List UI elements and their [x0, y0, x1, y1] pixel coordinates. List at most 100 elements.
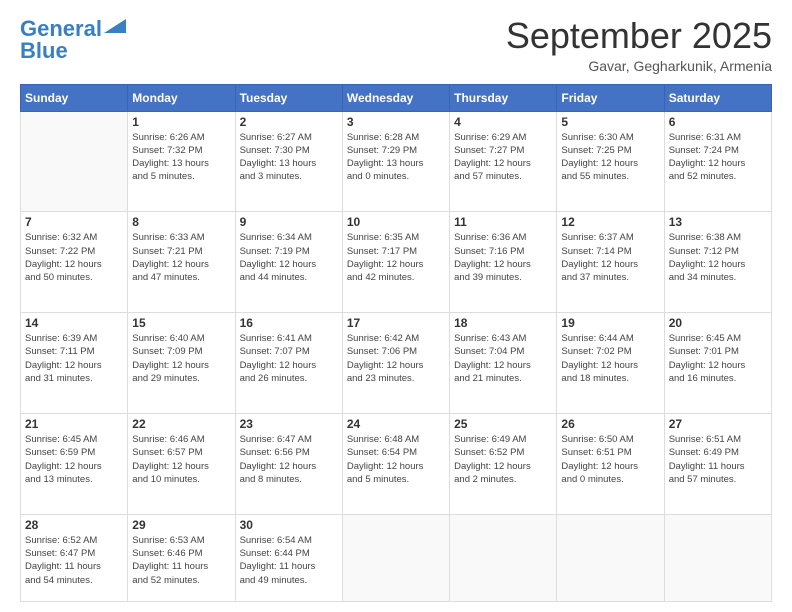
- table-row: 22 Sunrise: 6:46 AMSunset: 6:57 PMDayligh…: [128, 413, 235, 514]
- day-info: Sunrise: 6:35 AMSunset: 7:17 PMDaylight:…: [347, 231, 445, 284]
- day-number: 18: [454, 316, 552, 330]
- day-info: Sunrise: 6:49 AMSunset: 6:52 PMDaylight:…: [454, 433, 552, 486]
- day-number: 29: [132, 518, 230, 532]
- table-row: 15 Sunrise: 6:40 AMSunset: 7:09 PMDayligh…: [128, 313, 235, 414]
- day-number: 6: [669, 115, 767, 129]
- table-row: 4Sunrise: 6:29 AMSunset: 7:27 PMDaylight…: [450, 111, 557, 212]
- table-row: 17 Sunrise: 6:42 AMSunset: 7:06 PMDayligh…: [342, 313, 449, 414]
- table-row: 18 Sunrise: 6:43 AMSunset: 7:04 PMDayligh…: [450, 313, 557, 414]
- day-info: Sunrise: 6:47 AMSunset: 6:56 PMDaylight:…: [240, 433, 338, 486]
- day-info: Sunrise: 6:43 AMSunset: 7:04 PMDaylight:…: [454, 332, 552, 385]
- day-info: Sunrise: 6:45 AMSunset: 6:59 PMDaylight:…: [25, 433, 123, 486]
- table-row: 16 Sunrise: 6:41 AMSunset: 7:07 PMDayligh…: [235, 313, 342, 414]
- day-info: Sunrise: 6:42 AMSunset: 7:06 PMDaylight:…: [347, 332, 445, 385]
- table-row: 21 Sunrise: 6:45 AMSunset: 6:59 PMDayligh…: [21, 413, 128, 514]
- day-info: Sunrise: 6:28 AMSunset: 7:29 PMDaylight:…: [347, 131, 445, 184]
- day-info: Sunrise: 6:51 AMSunset: 6:49 PMDaylight:…: [669, 433, 767, 486]
- col-friday: Friday: [557, 84, 664, 111]
- day-number: 13: [669, 215, 767, 229]
- page: General Blue September 2025 Gavar, Gegha…: [0, 0, 792, 612]
- day-number: 16: [240, 316, 338, 330]
- day-info: Sunrise: 6:45 AMSunset: 7:01 PMDaylight:…: [669, 332, 767, 385]
- day-number: 21: [25, 417, 123, 431]
- table-row: [664, 514, 771, 601]
- table-row: 26Sunrise: 6:50 AMSunset: 6:51 PMDayligh…: [557, 413, 664, 514]
- table-row: 1Sunrise: 6:26 AMSunset: 7:32 PMDaylight…: [128, 111, 235, 212]
- table-row: 20 Sunrise: 6:45 AMSunset: 7:01 PMDayligh…: [664, 313, 771, 414]
- day-info: Sunrise: 6:54 AMSunset: 6:44 PMDaylight:…: [240, 534, 338, 587]
- day-number: 17: [347, 316, 445, 330]
- day-number: 15: [132, 316, 230, 330]
- table-row: 30 Sunrise: 6:54 AMSunset: 6:44 PMDayligh…: [235, 514, 342, 601]
- day-number: 12: [561, 215, 659, 229]
- col-thursday: Thursday: [450, 84, 557, 111]
- day-info: Sunrise: 6:52 AMSunset: 6:47 PMDaylight:…: [25, 534, 123, 587]
- day-info: Sunrise: 6:44 AMSunset: 7:02 PMDaylight:…: [561, 332, 659, 385]
- day-info: Sunrise: 6:46 AMSunset: 6:57 PMDaylight:…: [132, 433, 230, 486]
- logo-icon: [104, 19, 126, 33]
- table-row: 10 Sunrise: 6:35 AMSunset: 7:17 PMDayligh…: [342, 212, 449, 313]
- calendar-header-row: Sunday Monday Tuesday Wednesday Thursday…: [21, 84, 772, 111]
- day-info: Sunrise: 6:40 AMSunset: 7:09 PMDaylight:…: [132, 332, 230, 385]
- col-monday: Monday: [128, 84, 235, 111]
- table-row: 2 Sunrise: 6:27 AMSunset: 7:30 PMDaylight…: [235, 111, 342, 212]
- day-info: Sunrise: 6:48 AMSunset: 6:54 PMDaylight:…: [347, 433, 445, 486]
- day-number: 22: [132, 417, 230, 431]
- day-number: 19: [561, 316, 659, 330]
- col-sunday: Sunday: [21, 84, 128, 111]
- logo-blue: Blue: [20, 38, 68, 64]
- day-number: 11: [454, 215, 552, 229]
- title-section: September 2025 Gavar, Gegharkunik, Armen…: [506, 16, 772, 74]
- table-row: [21, 111, 128, 212]
- day-number: 28: [25, 518, 123, 532]
- day-number: 25: [454, 417, 552, 431]
- table-row: 11 Sunrise: 6:36 AMSunset: 7:16 PMDayligh…: [450, 212, 557, 313]
- col-wednesday: Wednesday: [342, 84, 449, 111]
- day-info: Sunrise: 6:50 AMSunset: 6:51 PMDaylight:…: [561, 433, 659, 486]
- day-number: 27: [669, 417, 767, 431]
- day-number: 14: [25, 316, 123, 330]
- day-info: Sunrise: 6:29 AMSunset: 7:27 PMDaylight:…: [454, 131, 552, 184]
- table-row: 9 Sunrise: 6:34 AMSunset: 7:19 PMDaylight…: [235, 212, 342, 313]
- table-row: 14Sunrise: 6:39 AMSunset: 7:11 PMDayligh…: [21, 313, 128, 414]
- day-info: Sunrise: 6:33 AMSunset: 7:21 PMDaylight:…: [132, 231, 230, 284]
- day-number: 30: [240, 518, 338, 532]
- day-info: Sunrise: 6:32 AMSunset: 7:22 PMDaylight:…: [25, 231, 123, 284]
- table-row: 23 Sunrise: 6:47 AMSunset: 6:56 PMDayligh…: [235, 413, 342, 514]
- day-number: 3: [347, 115, 445, 129]
- day-info: Sunrise: 6:41 AMSunset: 7:07 PMDaylight:…: [240, 332, 338, 385]
- header: General Blue September 2025 Gavar, Gegha…: [20, 16, 772, 74]
- day-info: Sunrise: 6:26 AMSunset: 7:32 PMDaylight:…: [132, 131, 230, 184]
- day-info: Sunrise: 6:38 AMSunset: 7:12 PMDaylight:…: [669, 231, 767, 284]
- day-info: Sunrise: 6:37 AMSunset: 7:14 PMDaylight:…: [561, 231, 659, 284]
- table-row: 6Sunrise: 6:31 AMSunset: 7:24 PMDaylight…: [664, 111, 771, 212]
- logo: General Blue: [20, 16, 126, 64]
- day-info: Sunrise: 6:27 AMSunset: 7:30 PMDaylight:…: [240, 131, 338, 184]
- day-number: 10: [347, 215, 445, 229]
- day-info: Sunrise: 6:30 AMSunset: 7:25 PMDaylight:…: [561, 131, 659, 184]
- table-row: [450, 514, 557, 601]
- col-tuesday: Tuesday: [235, 84, 342, 111]
- day-info: Sunrise: 6:34 AMSunset: 7:19 PMDaylight:…: [240, 231, 338, 284]
- day-number: 9: [240, 215, 338, 229]
- day-number: 23: [240, 417, 338, 431]
- calendar-table: Sunday Monday Tuesday Wednesday Thursday…: [20, 84, 772, 602]
- table-row: 19 Sunrise: 6:44 AMSunset: 7:02 PMDayligh…: [557, 313, 664, 414]
- table-row: 5 Sunrise: 6:30 AMSunset: 7:25 PMDaylight…: [557, 111, 664, 212]
- table-row: [557, 514, 664, 601]
- table-row: 25 Sunrise: 6:49 AMSunset: 6:52 PMDayligh…: [450, 413, 557, 514]
- table-row: 27 Sunrise: 6:51 AMSunset: 6:49 PMDayligh…: [664, 413, 771, 514]
- table-row: 13 Sunrise: 6:38 AMSunset: 7:12 PMDayligh…: [664, 212, 771, 313]
- day-info: Sunrise: 6:36 AMSunset: 7:16 PMDaylight:…: [454, 231, 552, 284]
- table-row: 8 Sunrise: 6:33 AMSunset: 7:21 PMDaylight…: [128, 212, 235, 313]
- table-row: 3 Sunrise: 6:28 AMSunset: 7:29 PMDaylight…: [342, 111, 449, 212]
- day-number: 20: [669, 316, 767, 330]
- col-saturday: Saturday: [664, 84, 771, 111]
- day-number: 2: [240, 115, 338, 129]
- table-row: 29Sunrise: 6:53 AMSunset: 6:46 PMDayligh…: [128, 514, 235, 601]
- table-row: [342, 514, 449, 601]
- day-number: 8: [132, 215, 230, 229]
- day-number: 5: [561, 115, 659, 129]
- table-row: 28 Sunrise: 6:52 AMSunset: 6:47 PMDayligh…: [21, 514, 128, 601]
- day-number: 7: [25, 215, 123, 229]
